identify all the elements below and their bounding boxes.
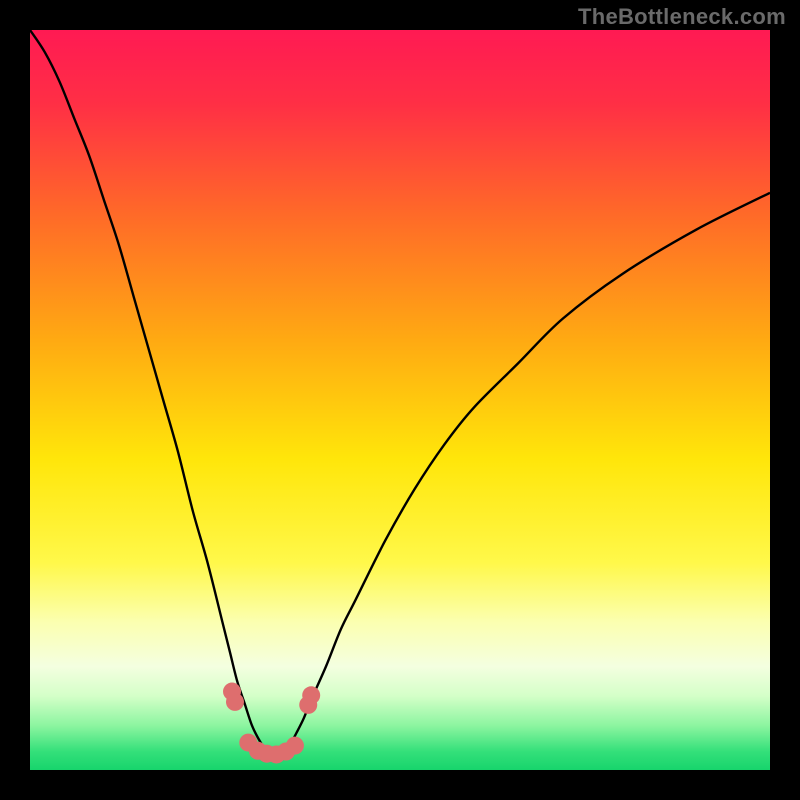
- plot-area: [30, 30, 770, 770]
- watermark-text: TheBottleneck.com: [578, 4, 786, 30]
- chart-frame: TheBottleneck.com: [0, 0, 800, 800]
- gradient-background: [30, 30, 770, 770]
